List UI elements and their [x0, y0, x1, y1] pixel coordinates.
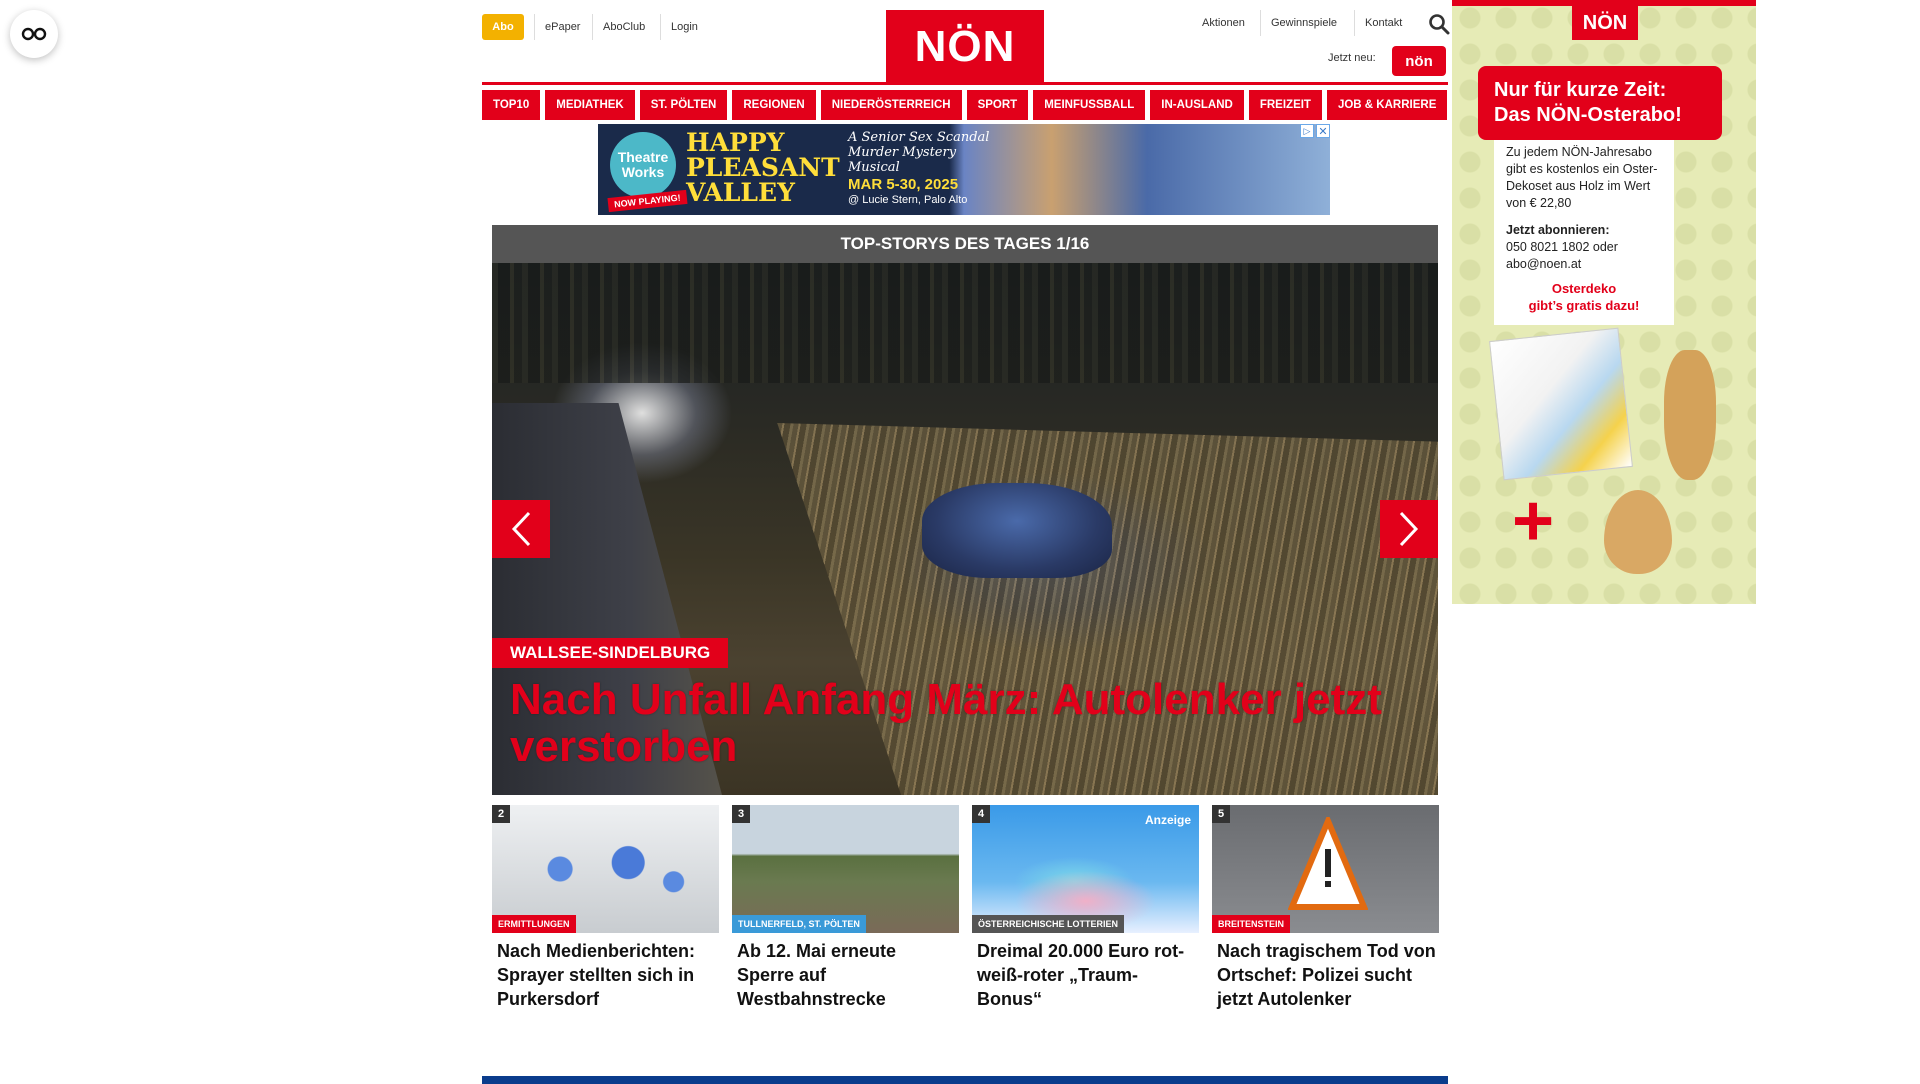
hero-title[interactable]: Nach Unfall Anfang März: Autolenker jetz… [510, 676, 1420, 770]
side-ad[interactable]: NÖN Nur für kurze Zeit: Das NÖN-Osterabo… [1452, 0, 1756, 604]
nav-item-regionen[interactable]: REGIONEN [732, 90, 816, 120]
graffiti-image [492, 805, 719, 933]
nav-item-st-poelten[interactable]: ST. PÖLTEN [639, 90, 728, 120]
side-ad-headline: Nur für kurze Zeit: Das NÖN-Osterabo! [1478, 66, 1722, 140]
jetzt-neu-badge[interactable]: nön [1392, 46, 1446, 76]
glasses-icon [21, 27, 47, 41]
footer-bar [482, 1076, 1448, 1084]
gewinnspiele-link[interactable]: Gewinnspiele [1260, 10, 1347, 36]
ad-title: HAPPY PLEASANT VALLEY [686, 130, 840, 205]
nav-item-top10[interactable]: TOP10 [482, 90, 541, 120]
nav-item-freizeit[interactable]: FREIZEIT [1248, 90, 1322, 120]
side-ad-cta-title: Jetzt abonnieren: [1506, 223, 1610, 237]
ad-title-line: VALLEY [686, 178, 795, 207]
story-category: ÖSTERREICHISCHE LOTTERIEN [972, 915, 1125, 933]
login-link[interactable]: Login [660, 14, 708, 40]
nav-item-sport[interactable]: SPORT [966, 90, 1029, 120]
ad-title-line: PLEASANT [686, 153, 840, 182]
newspaper-image [1489, 327, 1633, 481]
chevron-left-icon [511, 511, 531, 547]
side-ad-logo: NÖN [1572, 6, 1638, 40]
story-number: 4 [972, 805, 990, 823]
ad-banner[interactable]: Theatre Works HAPPY PLEASANT VALLEY A Se… [598, 124, 1330, 215]
abo-button[interactable]: Abo [482, 14, 524, 40]
side-ad-headline-line: Nur für kurze Zeit: [1494, 79, 1667, 101]
nav-item-niederoesterreich[interactable]: NIEDERÖSTERREICH [820, 90, 962, 120]
side-ad-osterdeko: Osterdeko gibt’s gratis dazu! [1500, 280, 1668, 314]
site-header: Abo ePaper AboClub Login NÖN Aktionen Ge… [482, 0, 1450, 84]
nav-item-job-karriere[interactable]: JOB & KARRIERE [1326, 90, 1448, 120]
story-category: BREITENSTEIN [1212, 915, 1291, 933]
story-category: ERMITTLUNGEN [492, 915, 576, 933]
ad-now-playing: NOW PLAYING! [607, 189, 688, 213]
story-card[interactable]: 3 TULLNERFELD, ST. PÖLTEN Ab 12. Mai ern… [732, 805, 959, 1015]
story-title[interactable]: Dreimal 20.000 Euro rot-weiß-roter „Trau… [977, 939, 1197, 1011]
noen-logo[interactable]: NÖN [886, 10, 1044, 84]
aktionen-link[interactable]: Aktionen [1192, 10, 1255, 36]
plus-icon: + [1512, 481, 1555, 561]
story-card[interactable]: 2 ERMITTLUNGEN Nach Medienberichten: Spr… [492, 805, 719, 1015]
carousel-next-button[interactable] [1380, 500, 1438, 558]
ad-title-line: HAPPY [686, 128, 785, 157]
ad-venue: @ Lucie Stern, Palo Alto [848, 194, 968, 206]
story-card[interactable]: 5 BREITENSTEIN Nach tragischem Tod von O… [1212, 805, 1439, 1015]
story-title[interactable]: Ab 12. Mai erneute Sperre auf Westbahnst… [737, 939, 957, 1011]
kontakt-link[interactable]: Kontakt [1354, 10, 1412, 36]
ad-subtitle: A Senior Sex Scandal Murder Mystery Musi… [848, 130, 990, 175]
aboclub-link[interactable]: AboClub [592, 14, 655, 40]
carousel-prev-button[interactable] [492, 500, 550, 558]
side-ad-contact: 050 8021 1802 oder abo@noen.at [1506, 240, 1618, 271]
main-navigation: TOP10 MEDIATHEK ST. PÖLTEN REGIONEN NIED… [482, 90, 1448, 120]
warning-triangle-icon [1288, 817, 1368, 910]
side-ad-body-text: Zu jedem NÖN-Jahresabo gibt es kostenlos… [1506, 145, 1658, 210]
nav-item-meinfussball[interactable]: MEINFUSSBALL [1033, 90, 1146, 120]
ad-badge: Anzeige [1144, 813, 1191, 827]
story-number: 5 [1212, 805, 1230, 823]
epaper-link[interactable]: ePaper [534, 14, 590, 40]
top-stories-header: TOP-STORYS DES TAGES 1/16 [492, 225, 1438, 263]
story-number: 2 [492, 805, 510, 823]
search-icon[interactable] [1428, 13, 1450, 35]
hero-car [922, 483, 1112, 578]
warning-sign-image [1212, 805, 1439, 933]
railway-image [732, 805, 959, 933]
nav-item-mediathek[interactable]: MEDIATHEK [545, 90, 635, 120]
side-ad-headline-line: Das NÖN-Osterabo! [1494, 104, 1682, 126]
side-ad-osterdeko-line: Osterdeko [1551, 281, 1617, 296]
ad-choices-icon[interactable]: ▷ [1300, 124, 1314, 138]
ad-date: MAR 5-30, 2025 [848, 176, 959, 193]
story-title[interactable]: Nach Medienberichten: Sprayer stellten s… [497, 939, 717, 1011]
hero-category[interactable]: WALLSEE-SINDELBURG [492, 638, 729, 668]
ad-close-icon[interactable]: ✕ [1316, 124, 1330, 138]
jetzt-neu-label: Jetzt neu: [1328, 52, 1376, 64]
side-ad-osterdeko-line: gibt’s gratis dazu! [1528, 298, 1640, 313]
story-category: TULLNERFELD, ST. PÖLTEN [732, 915, 866, 933]
hero-trees [492, 263, 1438, 383]
story-card[interactable]: 4 Anzeige ÖSTERREICHISCHE LOTTERIEN Drei… [972, 805, 1199, 1015]
story-title[interactable]: Nach tragischem Tod von Ortschef: Polize… [1217, 939, 1437, 1011]
wooden-bunny-image [1664, 350, 1716, 480]
nav-item-in-ausland[interactable]: IN-AUSLAND [1150, 90, 1244, 120]
story-number: 3 [732, 805, 750, 823]
chevron-right-icon [1399, 511, 1419, 547]
ad-theatre-logo: Theatre Works [610, 132, 676, 198]
reader-mode-button[interactable] [10, 10, 58, 58]
header-divider [482, 82, 1448, 85]
